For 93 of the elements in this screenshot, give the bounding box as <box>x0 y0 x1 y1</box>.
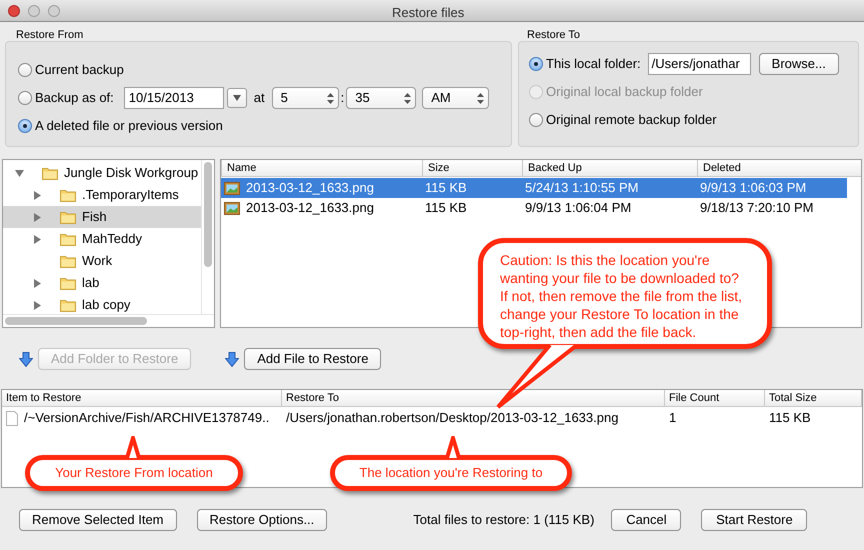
folder-icon <box>60 298 76 312</box>
calendar-dropdown-button[interactable] <box>226 88 247 108</box>
callout-pointer <box>123 436 143 458</box>
folder-icon <box>60 232 76 246</box>
table-cell-text: /Users/jonathan.robertson/Desktop/2013-03-12_1633.png <box>286 409 618 428</box>
at-label: at <box>254 89 265 108</box>
stepper-field[interactable]: 5 <box>272 87 339 109</box>
folder-icon <box>60 210 76 224</box>
file-row[interactable]: 2013-03-12_1633.png 115 KB 9/9/13 1:06:04 PM 9/18/13 7:20:10 PM <box>221 198 847 218</box>
column-header[interactable]: File Count <box>665 390 765 406</box>
date-field[interactable]: 10/15/2013 <box>124 87 224 109</box>
arrow-down-icon <box>225 352 240 366</box>
folder-icon <box>60 188 76 202</box>
column-header[interactable]: Deleted <box>697 160 847 176</box>
radio-label: Original local backup folder <box>546 83 703 102</box>
table-cell-text: 9/9/13 1:06:04 PM <box>525 199 632 218</box>
image-file-icon <box>224 182 240 194</box>
dropdown-arrow-icon <box>232 95 241 101</box>
table-cell-text: 9/18/13 7:20:10 PM <box>700 199 814 218</box>
tree-label: Work <box>82 252 112 270</box>
folder-icon <box>60 276 76 290</box>
disclosure-triangle-icon[interactable] <box>33 212 42 222</box>
colon-label: : <box>340 89 344 108</box>
tree-item[interactable]: Work <box>3 250 201 272</box>
table-cell-text: 115 KB <box>425 199 467 218</box>
tree-label: MahTeddy <box>82 230 142 248</box>
disclosure-triangle-icon[interactable] <box>15 168 24 178</box>
tree-label: lab copy <box>82 296 130 314</box>
tree-label: Fish <box>82 208 107 226</box>
disclosure-triangle-icon[interactable] <box>33 300 42 310</box>
callout: Your Restore From location <box>25 455 243 491</box>
folder-icon <box>42 166 58 180</box>
tree-item[interactable]: MahTeddy <box>3 228 201 250</box>
callout: The location you're Restoring to <box>330 455 572 491</box>
scrollbar-thumb[interactable] <box>204 162 212 267</box>
radio-button[interactable] <box>18 63 32 77</box>
push-button[interactable]: Cancel <box>611 509 682 531</box>
table-cell-text: 9/9/13 1:06:03 PM <box>700 179 806 198</box>
tree-item[interactable]: Fish <box>3 206 201 228</box>
radio-label: Original remote backup folder <box>546 111 717 130</box>
group-label: Restore To <box>526 28 581 41</box>
tree-label: .TemporaryItems <box>82 186 179 204</box>
disclosure-triangle-icon[interactable] <box>33 234 42 244</box>
table-cell-text: 5/24/13 1:10:55 PM <box>525 179 638 198</box>
table-cell-text: 1 <box>669 409 676 428</box>
tree-label: lab <box>82 274 100 292</box>
tree-item[interactable]: .TemporaryItems <box>3 184 201 206</box>
table-cell-text: 2013-03-12_1633.png <box>246 179 374 198</box>
tree-item[interactable]: lab <box>3 272 201 294</box>
table-cell-text: /~VersionArchive/Fish/ARCHIVE1378749.. <box>24 409 270 428</box>
radio-button[interactable] <box>529 57 543 71</box>
tree-item[interactable]: Jungle Disk Workgroup <box>3 162 201 184</box>
folder-icon <box>60 254 76 268</box>
close-button[interactable] <box>8 4 20 16</box>
radio-button[interactable] <box>18 91 32 105</box>
total-files-label: Total files to restore: 1 (115 KB) <box>413 511 594 530</box>
radio-label: A deleted file or previous version <box>35 117 223 136</box>
table-cell-text: 2013-03-12_1633.png <box>246 199 374 218</box>
image-file-icon <box>224 202 240 214</box>
push-button[interactable]: Start Restore <box>701 509 808 531</box>
radio-button[interactable] <box>18 119 32 133</box>
table-cell-text: 115 KB <box>769 409 811 428</box>
scrollbar-thumb[interactable] <box>5 317 147 325</box>
stepper-arrows-icon <box>326 92 334 104</box>
tree-label: Jungle Disk Workgroup <box>64 164 198 182</box>
tree-item[interactable]: lab copy <box>3 294 201 314</box>
arrow-down-icon <box>19 352 33 366</box>
window-title: Restore files <box>392 4 464 22</box>
column-header[interactable]: Size <box>422 160 522 176</box>
radio-label: Current backup <box>35 61 124 80</box>
disclosure-triangle-icon[interactable] <box>33 190 42 200</box>
stepper-field[interactable]: 35 <box>346 87 416 109</box>
column-header[interactable]: Name <box>221 160 422 176</box>
stepper-arrows-icon <box>404 92 412 104</box>
radio-label: Backup as of: <box>35 89 114 108</box>
stepper-field[interactable]: AM <box>422 87 490 109</box>
document-icon <box>6 410 18 426</box>
push-button[interactable]: Restore Options... <box>196 509 328 531</box>
folder-path-field[interactable]: /Users/jonathar <box>648 53 751 75</box>
column-header[interactable]: Backed Up <box>522 160 697 176</box>
radio-label: This local folder: <box>546 55 641 74</box>
table-cell-text: 115 KB <box>425 179 467 198</box>
callout-pointer <box>443 436 463 458</box>
file-row[interactable]: 2013-03-12_1633.png 115 KB 5/24/13 1:10:55 PM 9/9/13 1:06:03 PM <box>221 178 847 198</box>
group-label: Restore From <box>15 28 84 41</box>
disclosure-triangle-icon[interactable] <box>33 278 42 288</box>
radio-button[interactable] <box>529 113 543 127</box>
column-header[interactable]: Item to Restore <box>2 390 282 406</box>
push-button[interactable]: Browse... <box>758 53 839 75</box>
stepper-arrows-icon <box>477 92 484 104</box>
push-button[interactable]: Remove Selected Item <box>19 509 177 531</box>
column-header[interactable]: Total Size <box>765 390 862 406</box>
push-button[interactable]: Add File to Restore <box>244 348 382 370</box>
